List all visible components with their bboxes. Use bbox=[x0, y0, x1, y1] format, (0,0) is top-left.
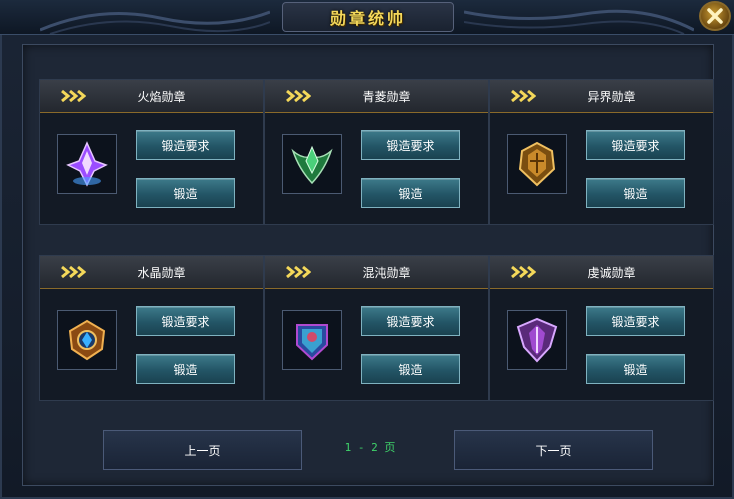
forge-requirement-button[interactable]: 锻造要求 bbox=[586, 306, 685, 336]
forge-button[interactable]: 锻造 bbox=[136, 354, 235, 384]
medal-icon-slot[interactable] bbox=[282, 134, 342, 194]
window-title: 勋章统帅 bbox=[329, 9, 406, 28]
medal-card: 虔诚勋章 锻造要求 锻造 bbox=[489, 255, 714, 401]
medal-card-header: 虔诚勋章 bbox=[490, 256, 713, 289]
flame-crystal-medal-icon bbox=[66, 141, 108, 187]
title-plate: 勋章统帅 bbox=[282, 2, 454, 32]
forge-requirement-button[interactable]: 锻造要求 bbox=[361, 130, 460, 160]
medal-icon-slot[interactable] bbox=[282, 310, 342, 370]
medal-card-header: 青菱勋章 bbox=[265, 80, 488, 113]
medal-icon-slot[interactable] bbox=[57, 134, 117, 194]
medal-card-header: 混沌勋章 bbox=[265, 256, 488, 289]
green-diamond-medal-icon bbox=[291, 145, 333, 185]
forge-button[interactable]: 锻造 bbox=[361, 354, 460, 384]
title-bar: 勋章统帅 bbox=[0, 0, 734, 35]
forge-button[interactable]: 锻造 bbox=[361, 178, 460, 208]
medal-icon-slot[interactable] bbox=[507, 134, 567, 194]
medal-name: 异界勋章 bbox=[587, 90, 636, 104]
forge-button[interactable]: 锻造 bbox=[586, 354, 685, 384]
medal-name: 虔诚勋章 bbox=[587, 266, 636, 280]
chaos-medal-icon bbox=[296, 324, 328, 361]
close-button[interactable] bbox=[699, 1, 731, 31]
otherworld-medal-icon bbox=[518, 141, 556, 187]
medal-card-header: 火焰勋章 bbox=[40, 80, 263, 113]
forge-button[interactable]: 锻造 bbox=[586, 178, 685, 208]
medal-card-header: 水晶勋章 bbox=[40, 256, 263, 289]
left-ornament-icon bbox=[40, 10, 270, 34]
forge-requirement-button[interactable]: 锻造要求 bbox=[136, 306, 235, 336]
page-indicator: 1 - 2 页 bbox=[344, 441, 396, 454]
medal-icon-slot[interactable] bbox=[507, 310, 567, 370]
medal-name: 青菱勋章 bbox=[362, 90, 411, 104]
medal-name: 火焰勋章 bbox=[137, 90, 186, 104]
crystal-medal-icon bbox=[68, 319, 106, 361]
medal-name: 水晶勋章 bbox=[137, 266, 186, 280]
medal-card-header: 异界勋章 bbox=[490, 80, 713, 113]
prev-page-button[interactable]: 上一页 bbox=[103, 430, 302, 470]
medal-card: 火焰勋章 锻造要求 锻造 bbox=[39, 79, 264, 225]
next-page-button[interactable]: 下一页 bbox=[454, 430, 653, 470]
close-icon bbox=[707, 8, 723, 24]
medal-name: 混沌勋章 bbox=[362, 266, 411, 280]
forge-requirement-button[interactable]: 锻造要求 bbox=[586, 130, 685, 160]
devotion-medal-icon bbox=[516, 317, 558, 363]
medal-icon-slot[interactable] bbox=[57, 310, 117, 370]
forge-requirement-button[interactable]: 锻造要求 bbox=[136, 130, 235, 160]
medal-card: 青菱勋章 锻造要求 锻造 bbox=[264, 79, 489, 225]
right-ornament-icon bbox=[464, 9, 694, 34]
medal-card: 水晶勋章 锻造要求 锻造 bbox=[39, 255, 264, 401]
medal-card: 异界勋章 锻造要求 锻造 bbox=[489, 79, 714, 225]
medal-card: 混沌勋章 锻造要求 锻造 bbox=[264, 255, 489, 401]
forge-button[interactable]: 锻造 bbox=[136, 178, 235, 208]
forge-requirement-button[interactable]: 锻造要求 bbox=[361, 306, 460, 336]
